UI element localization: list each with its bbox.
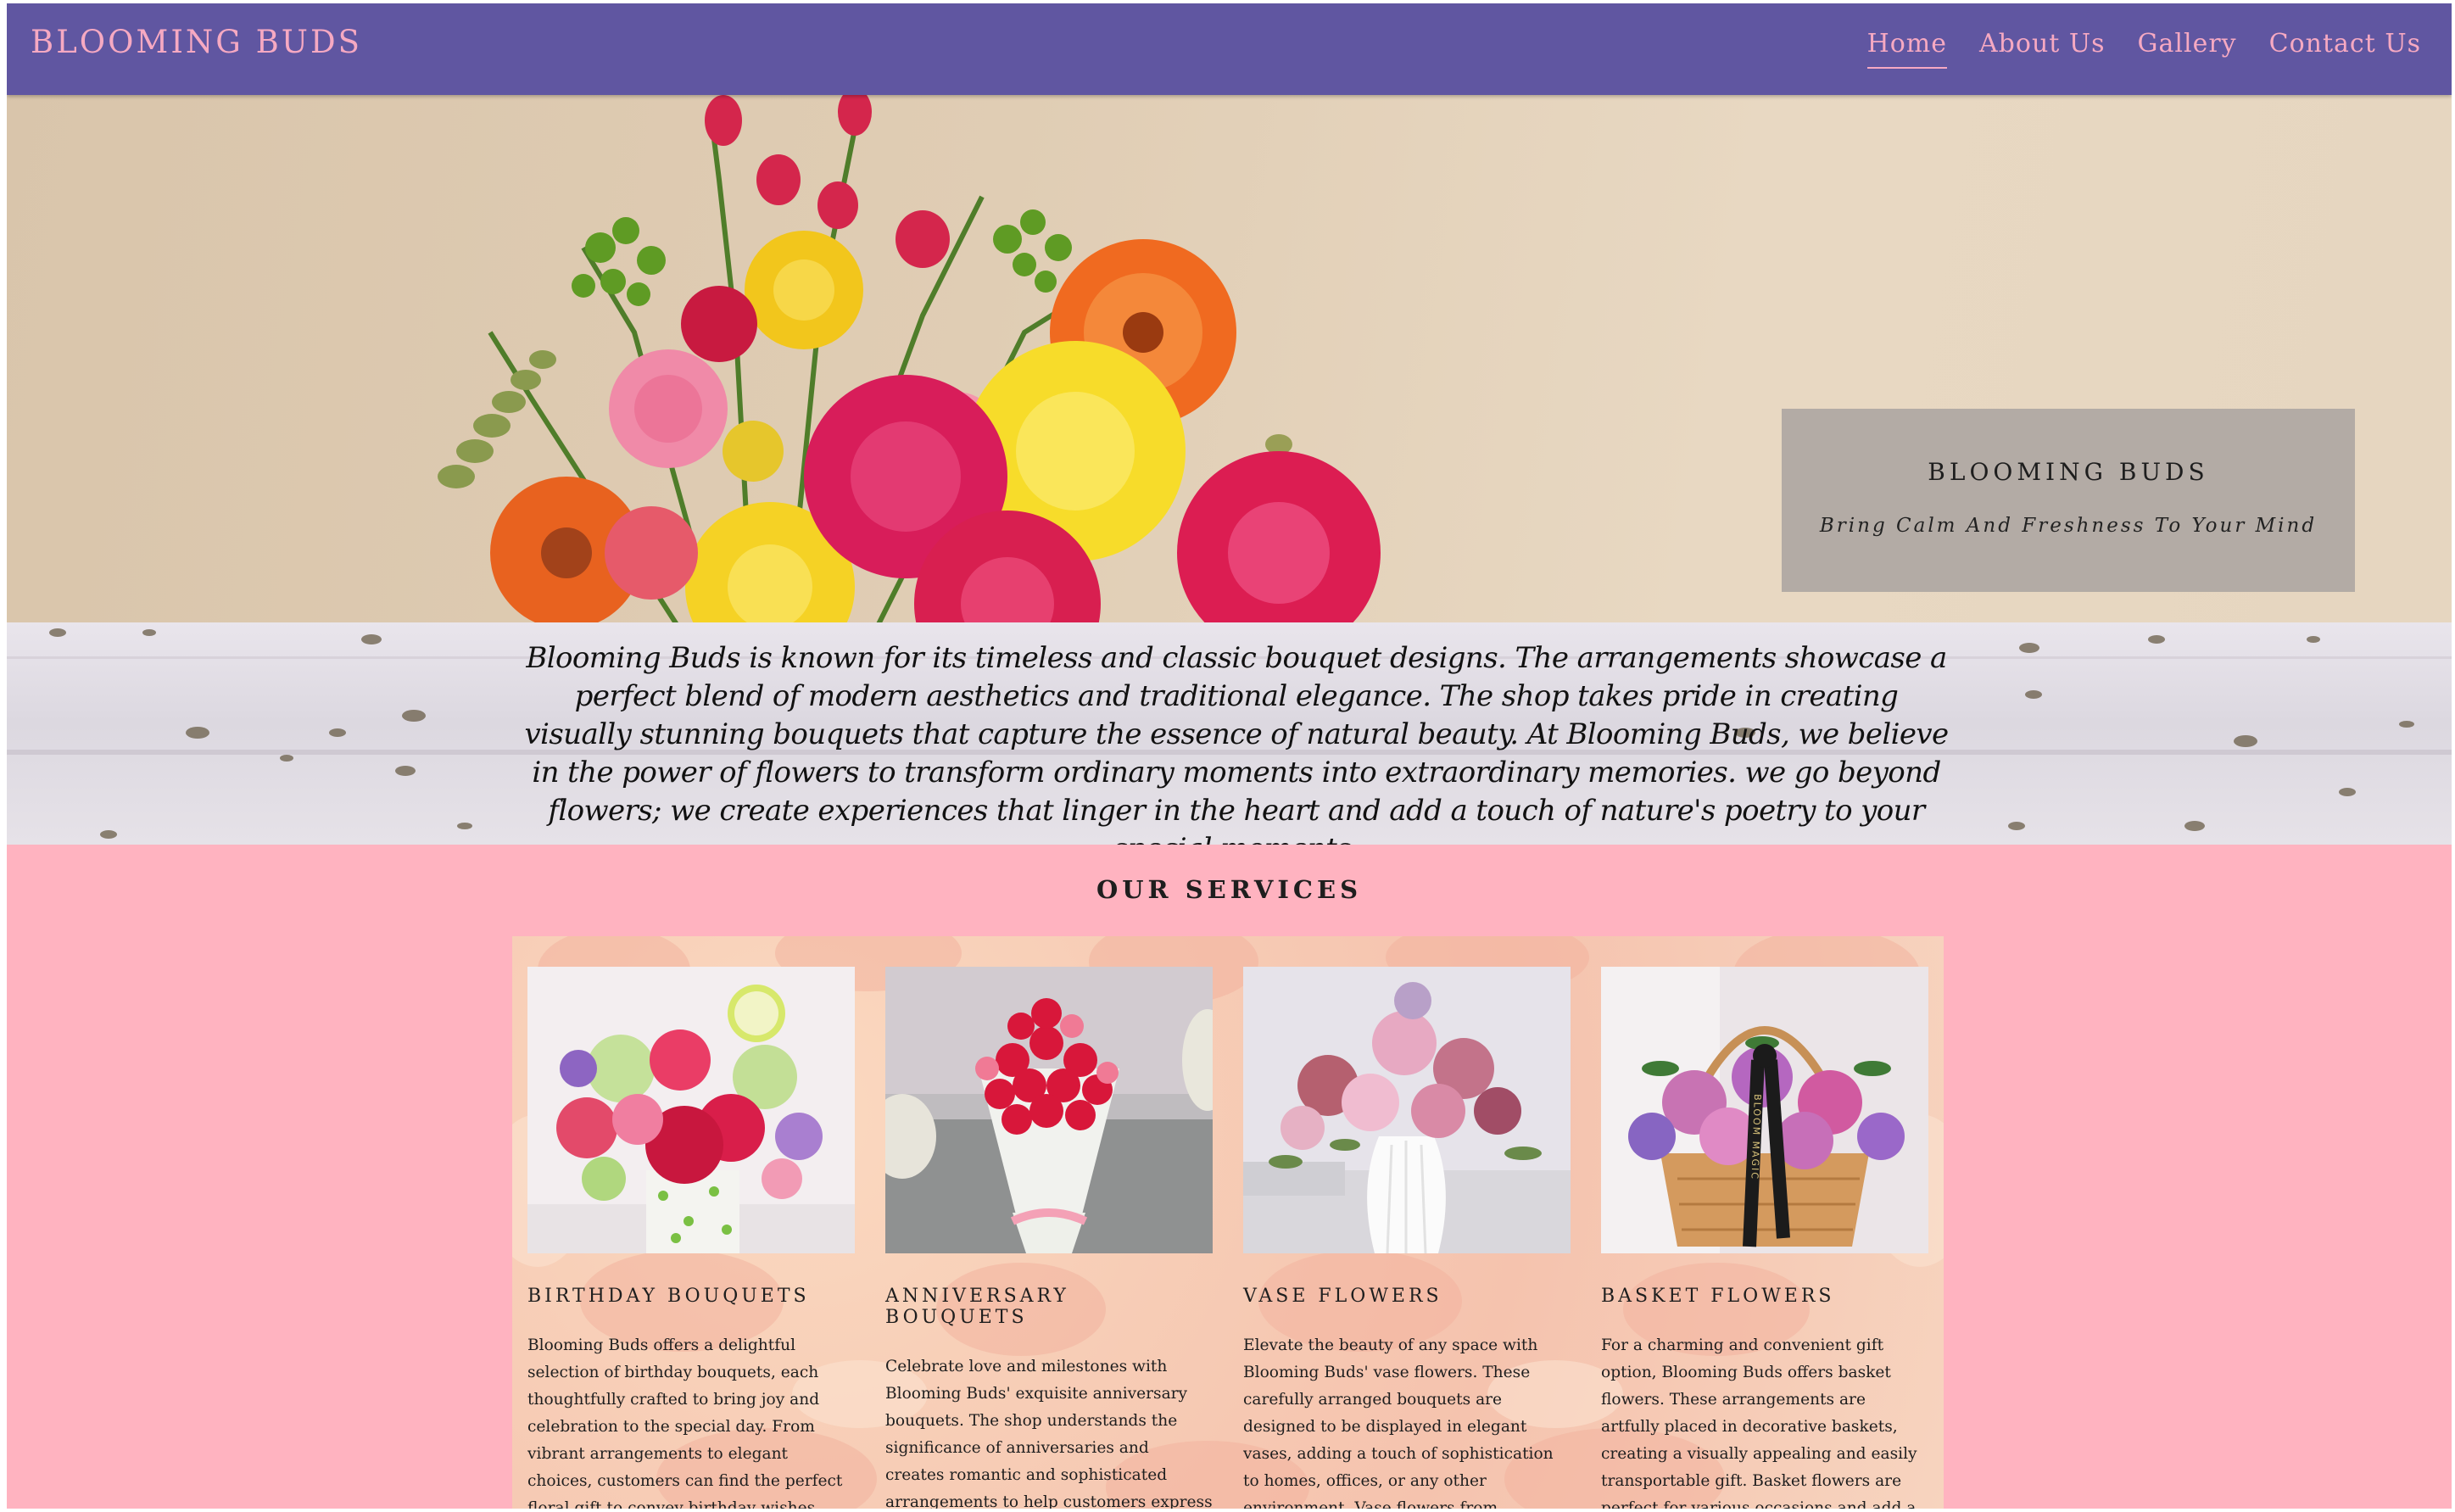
hero-caption-card: BLOOMING BUDS Bring Calm And Freshness T… — [1782, 409, 2355, 592]
nav-about-link[interactable]: About Us — [1979, 29, 2106, 69]
vase-flowers-image — [1243, 967, 1571, 1253]
hero-banner: BLOOMING BUDS Bring Calm And Freshness T… — [7, 95, 2452, 622]
service-card-title: BIRTHDAY BOUQUETS — [527, 1286, 810, 1307]
services-container: BIRTHDAY BOUQUETS Blooming Buds offers a… — [512, 936, 1944, 1509]
nav-gallery-link[interactable]: Gallery — [2138, 29, 2237, 69]
service-card-title: VASE FLOWERS — [1243, 1286, 1442, 1307]
service-card-basket[interactable]: BLOOM MAGIC BASKET FLOWERS For a charmin… — [1601, 967, 1928, 1509]
intro-paragraph: Blooming Buds is known for its timeless … — [524, 641, 1949, 845]
service-card-title: BASKET FLOWERS — [1601, 1286, 1835, 1307]
hero-bouquet-image — [438, 95, 1381, 622]
anniversary-bouquet-image — [885, 967, 1213, 1253]
hero-card-subtitle: Bring Calm And Freshness To Your Mind — [1819, 515, 2318, 537]
page-frame: BLOOMING BUDS Home About Us Gallery Cont… — [7, 3, 2452, 1509]
brand-logo[interactable]: BLOOMING BUDS — [31, 24, 362, 60]
service-card-text: Blooming Buds offers a delightful select… — [527, 1336, 843, 1509]
birthday-bouquet-image — [527, 967, 855, 1253]
nav-home-link[interactable]: Home — [1866, 29, 1948, 69]
hero-card-title: BLOOMING BUDS — [1928, 458, 2209, 486]
nav-contact-link[interactable]: Contact Us — [2269, 29, 2421, 69]
services-section: OUR SERVICES BIRTHDAY BOUQUETS Blooming … — [7, 845, 2452, 1509]
service-card-birthday[interactable]: BIRTHDAY BOUQUETS Blooming Buds offers a… — [527, 967, 855, 1509]
navbar: BLOOMING BUDS Home About Us Gallery Cont… — [7, 3, 2452, 95]
service-card-text: For a charming and convenient gift optio… — [1601, 1336, 1917, 1509]
basket-flowers-image: BLOOM MAGIC — [1601, 967, 1928, 1253]
service-card-text: Elevate the beauty of any space with Blo… — [1243, 1336, 1554, 1509]
service-card-text: Celebrate love and milestones with Bloom… — [885, 1358, 1213, 1509]
service-card-anniversary[interactable]: ANNIVERSARY BOUQUETS Celebrate love and … — [885, 967, 1213, 1509]
service-card-vase[interactable]: VASE FLOWERS Elevate the beauty of any s… — [1243, 967, 1571, 1509]
services-heading: OUR SERVICES — [1096, 875, 1363, 904]
service-card-title: ANNIVERSARY BOUQUETS — [885, 1286, 1069, 1328]
main-nav: Home About Us Gallery Contact Us — [1866, 29, 2421, 69]
intro-section: Blooming Buds is known for its timeless … — [7, 622, 2452, 845]
